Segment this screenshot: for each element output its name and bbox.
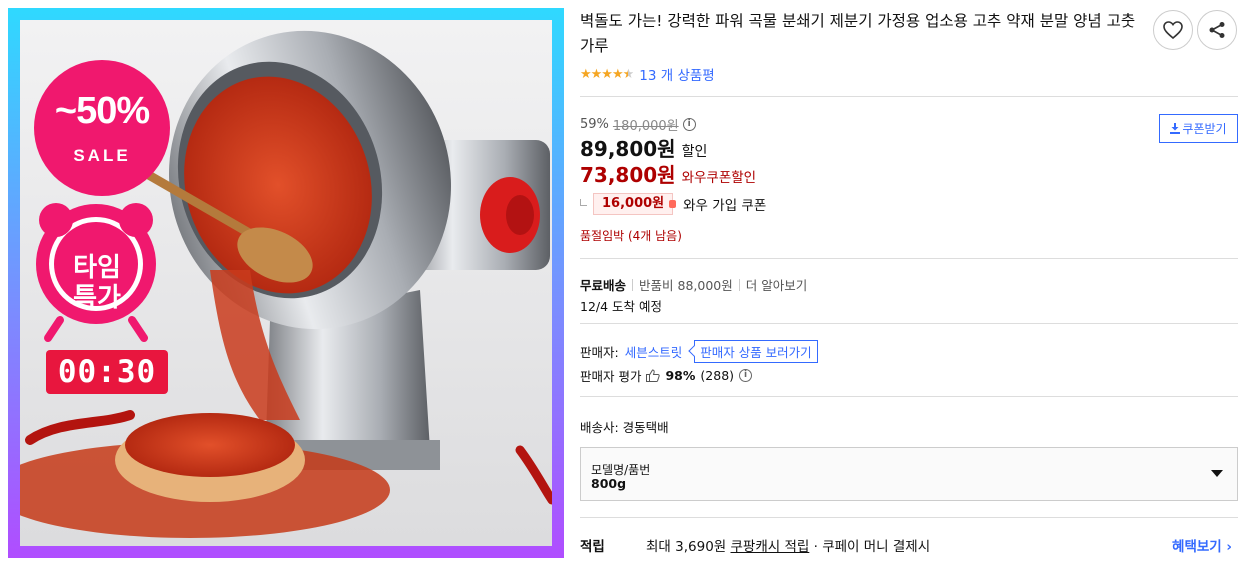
indent-corner bbox=[580, 198, 587, 206]
countdown-timer: 00:30 bbox=[46, 350, 168, 394]
divider bbox=[580, 517, 1238, 518]
wow-price-label: 와우쿠폰할인 bbox=[681, 170, 757, 186]
seller-products-button[interactable]: 판매자 상품 보러가기 bbox=[694, 340, 818, 363]
divider bbox=[580, 323, 1238, 324]
info-icon[interactable]: i bbox=[682, 118, 696, 131]
seller-rating-row: 판매자 평가 98% (288) i bbox=[580, 366, 753, 385]
sale-badge: ~50% SALE bbox=[34, 60, 170, 196]
time-deal-line2: 특가 bbox=[73, 283, 121, 313]
coupon-row: 16,000원 와우 가입 쿠폰 bbox=[580, 193, 766, 215]
original-price: 180,000원 bbox=[612, 119, 679, 134]
coupon-download-button[interactable]: 쿠폰받기 bbox=[1159, 114, 1238, 143]
reward-amount: 최대 3,690원 bbox=[646, 539, 727, 555]
seller-rating-pct: 98% bbox=[665, 368, 696, 383]
coupon-button-label: 쿠폰받기 bbox=[1182, 122, 1227, 136]
sale-price-label: 할인 bbox=[681, 144, 708, 160]
share-icon bbox=[1209, 22, 1225, 38]
reward-condition: · 쿠페이 머니 결제시 bbox=[813, 539, 931, 555]
seller-name-link[interactable]: 세븐스트릿 bbox=[625, 342, 683, 361]
chevron-down-icon bbox=[1211, 470, 1223, 477]
product-image-frame: ~50% SALE 타임 특가 00:30 bbox=[8, 8, 564, 558]
wow-price-row: 73,800원 와우쿠폰할인 bbox=[580, 159, 756, 188]
rating-stars: ★★★★★ bbox=[580, 66, 634, 82]
time-deal-label: 타임 특가 bbox=[54, 253, 140, 313]
separator bbox=[632, 278, 634, 291]
coupon-amount-chip: 16,000원 bbox=[593, 193, 677, 215]
coupon-label: 와우 가입 쿠폰 bbox=[683, 198, 767, 214]
seller-label: 판매자: bbox=[580, 345, 619, 360]
wishlist-button[interactable] bbox=[1153, 10, 1193, 50]
divider bbox=[580, 96, 1238, 97]
coupang-cash-link[interactable]: 쿠팡캐시 적립 bbox=[731, 539, 810, 555]
thumbs-up-icon bbox=[646, 369, 661, 382]
stock-notice: 품절임박 (4개 남음) bbox=[580, 229, 682, 243]
original-price-row: 59% 180,000원 i bbox=[580, 115, 696, 134]
reward-label: 적립 bbox=[580, 539, 605, 555]
seller-rating-count: (288) bbox=[700, 368, 735, 383]
sale-badge-percent: ~50% bbox=[54, 90, 150, 132]
sale-price-row: 89,800원 할인 bbox=[580, 133, 707, 162]
option-value: 800g bbox=[591, 476, 627, 491]
share-button[interactable] bbox=[1197, 10, 1237, 50]
rating-row: ★★★★★ 13 개 상품평 bbox=[580, 64, 715, 85]
time-deal-line1: 타임 bbox=[73, 253, 121, 283]
product-title: 벽돌도 가는! 강력한 파워 곡물 분쇄기 제분기 가정용 업소용 고추 약재 … bbox=[580, 12, 1136, 55]
sale-badge-word: SALE bbox=[73, 146, 131, 165]
wow-price: 73,800원 bbox=[580, 163, 676, 187]
separator bbox=[738, 278, 740, 291]
download-icon bbox=[1170, 123, 1181, 134]
return-fee: 반품비 88,000원 bbox=[639, 278, 733, 293]
divider bbox=[580, 396, 1238, 397]
option-select[interactable]: 모델명/품번 800g bbox=[580, 447, 1238, 501]
arrival-date: 12/4 도착 예정 bbox=[580, 299, 663, 314]
seller-rating-label: 판매자 평가 bbox=[580, 369, 642, 384]
carrier-info: 배송사: 경동택배 bbox=[580, 420, 669, 435]
heart-icon bbox=[1163, 21, 1183, 39]
info-icon[interactable]: i bbox=[739, 369, 753, 382]
product-image[interactable]: ~50% SALE 타임 특가 00:30 bbox=[20, 20, 552, 546]
seller-row: 판매자: 세븐스트릿 판매자 상품 보러가기 bbox=[580, 340, 818, 363]
shipping-row: 무료배송 반품비 88,000원 더 알아보기 bbox=[580, 275, 807, 294]
sale-price: 89,800원 bbox=[580, 137, 676, 161]
review-count-link[interactable]: 13 개 상품평 bbox=[639, 64, 714, 84]
free-shipping-label: 무료배송 bbox=[580, 278, 627, 293]
reward-text: 최대 3,690원 쿠팡캐시 적립 · 쿠페이 머니 결제시 bbox=[646, 535, 930, 555]
divider bbox=[580, 258, 1238, 259]
learn-more-link[interactable]: 더 알아보기 bbox=[746, 275, 807, 294]
discount-rate: 59% bbox=[580, 117, 609, 132]
product-detail-panel: 벽돌도 가는! 강력한 파워 곡물 분쇄기 제분기 가정용 업소용 고추 약재 … bbox=[580, 0, 1238, 564]
benefits-link[interactable]: 혜택보기 › bbox=[1172, 535, 1232, 555]
